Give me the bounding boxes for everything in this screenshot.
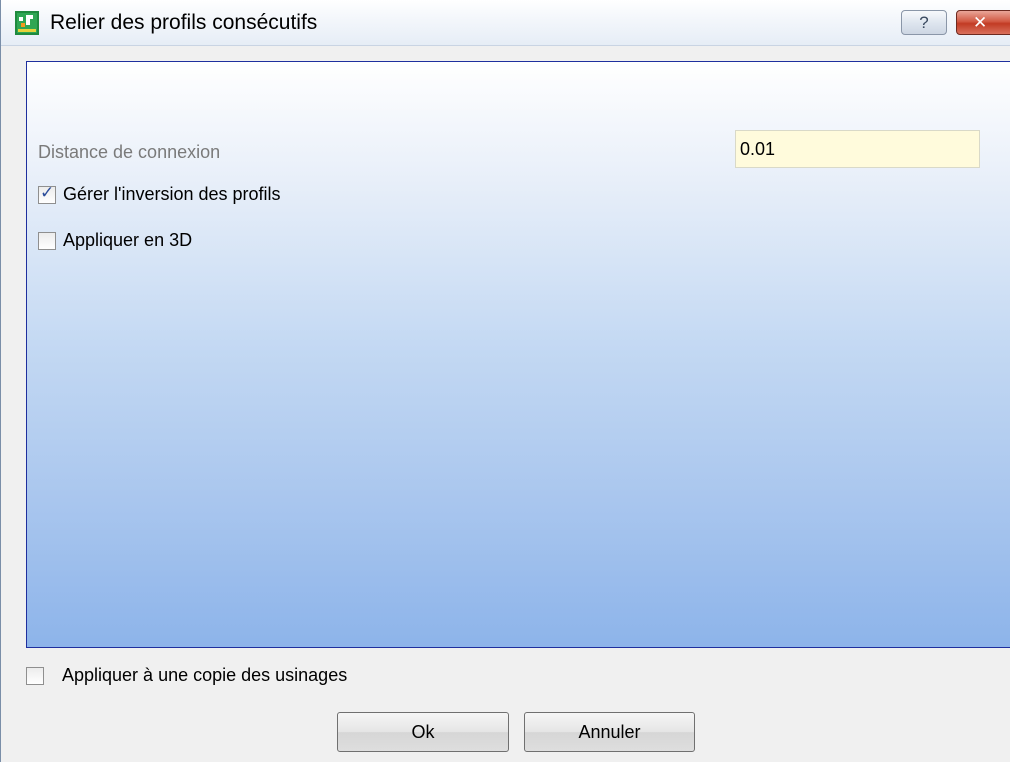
reverse-profiles-checkbox[interactable]: ✓ (38, 183, 56, 204)
options-panel: Distance de connexion ✓ Gérer l'inversio… (26, 61, 1010, 648)
checkmark-icon: ✓ (40, 183, 55, 202)
close-button[interactable]: ✕ (956, 10, 1010, 35)
title-bar[interactable]: Relier des profils consécutifs ? ✕ (1, 0, 1010, 46)
ok-button[interactable]: Ok (337, 712, 509, 752)
distance-label: Distance de connexion (38, 142, 221, 162)
apply-3d-label: Appliquer en 3D (63, 230, 193, 250)
window-title: Relier des profils consécutifs (50, 11, 318, 34)
cancel-button[interactable]: Annuler (524, 712, 695, 752)
apply-3d-checkbox[interactable] (38, 232, 56, 250)
distance-input[interactable] (735, 130, 980, 168)
apply-copy-label: Appliquer à une copie des usinages (62, 665, 348, 685)
apply-copy-checkbox[interactable] (26, 667, 44, 685)
close-icon: ✕ (973, 13, 988, 32)
help-icon: ? (919, 13, 929, 32)
app-icon (15, 11, 39, 35)
dialog-window: Relier des profils consécutifs ? ✕ Dista… (0, 0, 1010, 762)
reverse-profiles-label: Gérer l'inversion des profils (63, 184, 281, 204)
help-button[interactable]: ? (901, 10, 947, 35)
